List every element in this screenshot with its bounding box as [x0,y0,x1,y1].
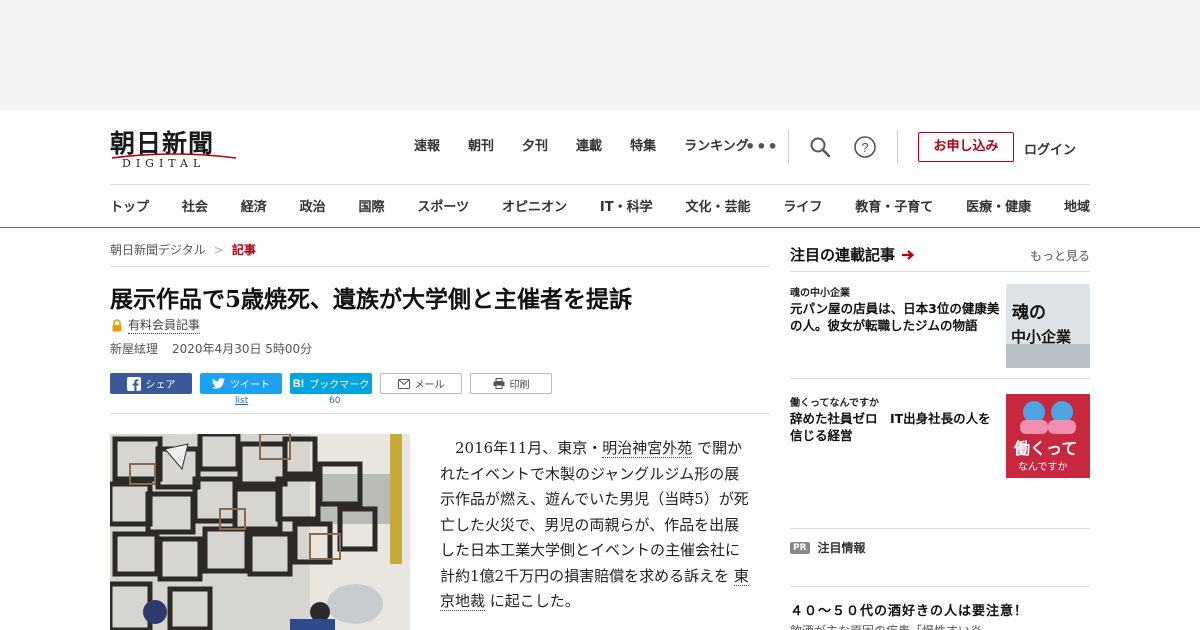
svg-text:?: ? [861,140,868,155]
category-sports[interactable]: スポーツ [417,196,469,216]
category-local[interactable]: 地域 [1064,196,1090,216]
series-card[interactable]: 魂の中小企業 元パン屋の店員は、日本3位の健康美の人。彼女が転職したジムの物語 … [790,284,1090,368]
series-name: 魂の中小企業 [790,288,850,299]
category-opinion[interactable]: オピニオン [502,196,567,216]
help-icon[interactable]: ? [853,135,877,159]
publish-date: 2020年4月30日 5時00分 [172,342,313,356]
mail-share-button[interactable]: メール [380,373,462,394]
series-article-title[interactable]: 辞めた社員ゼロ IT出身社長の人を信じる経営 [790,410,1002,444]
article-body: 2016年11月、東京・明治神宮外苑 で開かれたイベントで木製のジャングルジム形… [440,436,750,615]
divider [110,413,770,414]
twitter-share-label: ツイート [230,380,270,391]
header-divider-2 [897,130,898,164]
category-politics[interactable]: 政治 [300,196,326,216]
category-culture[interactable]: 文化・芸能 [685,196,750,216]
sidebar-divider [790,378,1090,379]
category-navigation: トップ 社会 経済 政治 国際 スポーツ オピニオン IT・科学 文化・芸能 ラ… [110,196,1090,216]
pr-section-title: 注目情報 [817,541,866,555]
paid-member-badge: 有料会員記事 [111,316,201,334]
article-meta: 新屋絃理 2020年4月30日 5時00分 [110,340,312,357]
facebook-share-button[interactable]: シェア [110,373,192,394]
twitter-icon [212,378,225,389]
site-header: 朝日新聞 DIGITAL 速報 朝刊 夕刊 連載 特集 ランキング ••• ? … [0,110,1200,228]
twitter-count[interactable]: list [235,396,248,406]
facebook-icon [126,376,141,391]
svg-text:中小企業: 中小企業 [1011,328,1072,346]
series-thumbnail-image: 働くって なんですか [1006,394,1090,478]
pr-section-header: PR 注目情報 [790,539,866,556]
print-button[interactable]: 印刷 [470,373,552,394]
hatena-count[interactable]: 60 [329,396,340,406]
facebook-share-label: シェア [145,380,176,391]
series-thumbnail-image: 魂の 中小企業 [1006,284,1090,368]
article-title: 展示作品で5歳焼死、遺族が大学側と主催者を提訴 [110,286,633,313]
svg-text:なんですか: なんですか [1018,461,1068,473]
paid-member-label[interactable]: 有料会員記事 [128,316,201,334]
share-bar: シェア ツイート B! ブックマーク メール 印刷 [110,373,552,394]
breadcrumb-home[interactable]: 朝日新聞デジタル [110,241,206,258]
series-thumbnail[interactable]: 魂の 中小企業 [1006,284,1090,368]
svg-text:魂の: 魂の [1012,302,1046,323]
arrow-right-icon [902,249,915,260]
print-label: 印刷 [509,380,530,391]
login-link[interactable]: ログイン [1024,139,1076,158]
hatena-icon: B! [292,377,305,390]
category-society[interactable]: 社会 [182,196,208,216]
pr-article-summary[interactable]: 飲酒が主な原因の疾患「慢性すい炎 [790,622,982,630]
category-education[interactable]: 教育・子育て [855,196,933,216]
featured-series-heading[interactable]: 注目の連載記事 [790,244,915,265]
advertisement-area [0,0,1200,110]
series-thumbnail[interactable]: 働くって なんですか [1006,394,1090,478]
printer-icon [493,378,504,389]
pr-article-title[interactable]: ４０～５０代の酒好きの人は要注意！ [790,600,1028,619]
category-international[interactable]: 国際 [359,196,385,216]
breadcrumb-current: 記事 [231,243,256,257]
topnav-series[interactable]: 連載 [562,138,616,156]
category-health[interactable]: 医療・健康 [966,196,1031,216]
divider [110,266,770,267]
featured-series-title: 注目の連載記事 [790,246,896,264]
topnav-morning[interactable]: 朝刊 [454,138,508,156]
top-navigation: 速報 朝刊 夕刊 連載 特集 ランキング [400,138,763,156]
topnav-evening[interactable]: 夕刊 [508,138,562,156]
link-meiji-jingu-gaien[interactable]: 明治神宮外苑 [602,439,693,458]
category-economy[interactable]: 経済 [241,196,267,216]
breadcrumb: 朝日新聞デジタル > 記事 [110,241,256,258]
hatena-bookmark-label: ブックマーク [309,380,370,391]
more-series-link[interactable]: もっと見る [1030,247,1090,264]
series-card[interactable]: 働くってなんですか 辞めた社員ゼロ IT出身社長の人を信じる経営 働くって なん… [790,394,1090,478]
series-name: 働くってなんですか [790,398,879,409]
logo-subtitle: DIGITAL [122,157,206,170]
body-text-2: で開かれたイベントで木製のジャングルジム形の展示作品が燃え、遊んでいた男児（当時… [440,439,749,585]
series-article-title[interactable]: 元パン屋の店員は、日本3位の健康美の人。彼女が転職したジムの物語 [790,300,1002,334]
mail-share-label: メール [414,380,445,391]
article-photo[interactable] [110,434,410,630]
search-icon[interactable] [808,135,832,159]
category-life[interactable]: ライフ [783,196,822,216]
signup-button[interactable]: お申し込み [918,132,1014,162]
sidebar-divider [790,586,1090,587]
share-counts: list 60 [110,396,410,408]
header-divider [788,130,789,164]
author-name: 新屋絃理 [110,342,159,356]
nav-divider [110,184,1090,185]
twitter-share-button[interactable]: ツイート [200,373,282,394]
body-text-3: に起こした。 [489,592,580,610]
lock-icon [112,318,122,331]
sidebar-divider [790,271,1090,272]
site-logo[interactable]: 朝日新聞 DIGITAL [110,124,240,170]
topnav-features[interactable]: 特集 [616,138,670,156]
pr-badge: PR [790,541,810,554]
category-top[interactable]: トップ [110,196,149,216]
sidebar-divider [790,528,1090,529]
svg-text:働くって: 働くって [1013,439,1077,458]
topnav-breaking[interactable]: 速報 [400,138,454,156]
breadcrumb-separator: > [213,242,224,257]
hatena-bookmark-button[interactable]: B! ブックマーク [290,373,372,394]
category-it-science[interactable]: IT・科学 [600,196,653,216]
article-photo-image [110,434,410,630]
mail-icon [397,378,410,389]
body-text-1: 2016年11月、東京・ [455,439,603,457]
more-menu-button[interactable]: ••• [745,137,779,156]
